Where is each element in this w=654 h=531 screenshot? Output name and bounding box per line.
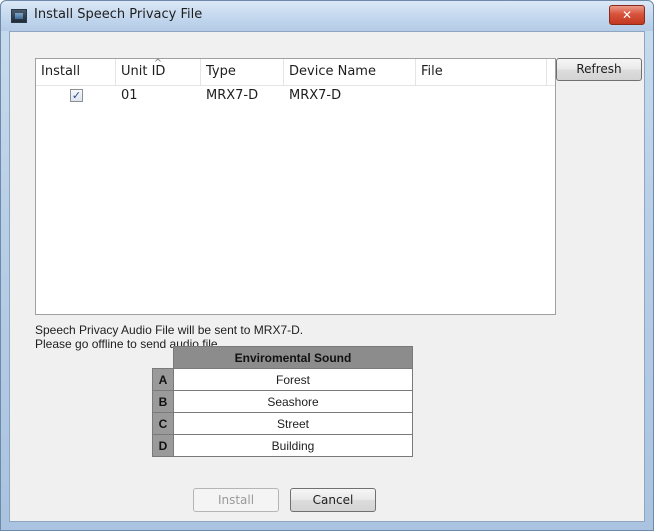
install-button[interactable]: Install (193, 488, 279, 512)
row-value-seashore: Seashore (173, 390, 413, 413)
close-button[interactable]: ✕ (609, 5, 645, 25)
type-cell: MRX7-D (206, 88, 259, 103)
file-cell (416, 86, 421, 106)
row-value-building: Building (173, 434, 413, 457)
column-header-file[interactable]: File (416, 59, 547, 85)
dialog-window: Install Speech Privacy File ✕ Install ^ … (0, 0, 654, 531)
table-row: B Seashore (152, 390, 413, 413)
sort-ascending-icon: ^ (153, 58, 163, 69)
table-row[interactable]: ✓ 01 MRX7-D MRX7-D (36, 86, 555, 106)
list-header: Install ^ Unit ID Type Device Name File (36, 58, 555, 86)
environmental-sound-header: Enviromental Sound (173, 346, 413, 369)
row-key-b: B (152, 390, 174, 413)
row-key-a: A (152, 368, 174, 391)
column-header-install[interactable]: Install (36, 59, 116, 85)
table-row: D Building (152, 434, 413, 457)
cancel-button[interactable]: Cancel (290, 488, 376, 512)
column-header-device-name[interactable]: Device Name (284, 59, 416, 85)
table-corner (153, 347, 174, 369)
column-header-type[interactable]: Type (201, 59, 284, 85)
info-text-line-1: Speech Privacy Audio File will be sent t… (35, 323, 304, 337)
device-list[interactable]: Install ^ Unit ID Type Device Name File … (35, 58, 556, 315)
device-name-cell: MRX7-D (289, 88, 342, 103)
install-checkbox[interactable]: ✓ (70, 89, 83, 102)
column-header-unit-id[interactable]: ^ Unit ID (116, 58, 201, 85)
table-row: A Forest (152, 368, 413, 391)
unit-id-cell: 01 (121, 88, 138, 103)
row-value-forest: Forest (173, 368, 413, 391)
row-key-d: D (152, 434, 174, 457)
title-bar[interactable]: Install Speech Privacy File ✕ (1, 1, 653, 31)
row-key-c: C (152, 412, 174, 435)
dialog-client-area: Install ^ Unit ID Type Device Name File … (9, 31, 645, 522)
row-value-street: Street (173, 412, 413, 435)
table-row: C Street (152, 412, 413, 435)
window-title: Install Speech Privacy File (34, 7, 203, 22)
environmental-sound-table: Enviromental Sound A Forest B Seashore C… (152, 346, 413, 457)
refresh-button[interactable]: Refresh (556, 58, 642, 81)
app-icon (11, 9, 27, 23)
